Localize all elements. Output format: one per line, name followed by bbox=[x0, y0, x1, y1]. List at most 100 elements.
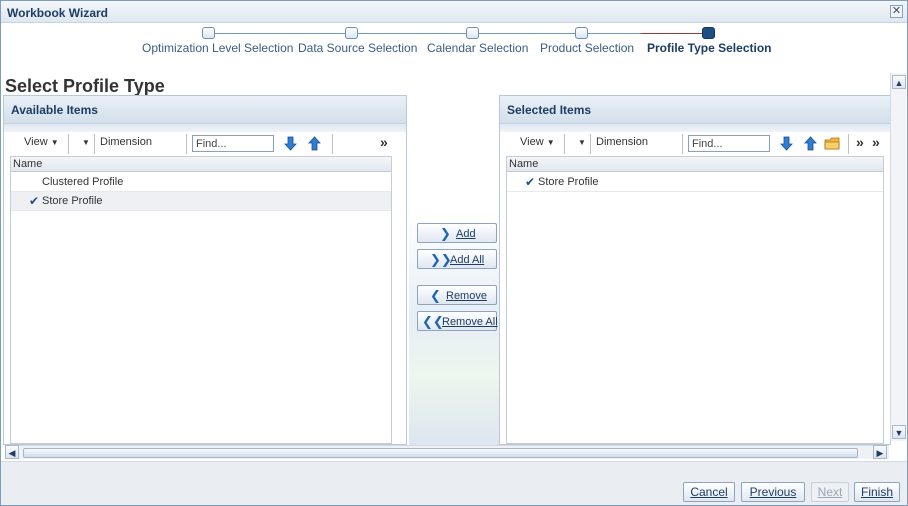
window-title: Workbook Wizard bbox=[7, 6, 109, 20]
move-up-icon[interactable] bbox=[802, 135, 819, 152]
remove-all-button[interactable]: ❮❮ Remove All bbox=[417, 311, 498, 331]
view-label: View bbox=[520, 136, 544, 148]
scroll-right-icon[interactable]: ▶ bbox=[873, 445, 887, 459]
toolbar-divider bbox=[68, 134, 69, 154]
scroll-left-icon[interactable]: ◀ bbox=[5, 445, 19, 459]
panel-header: Available Items bbox=[4, 96, 406, 124]
page-title: Select Profile Type bbox=[5, 76, 165, 96]
view-label: View bbox=[24, 136, 48, 148]
train-label-product[interactable]: Product Selection bbox=[540, 41, 634, 55]
train-line bbox=[215, 33, 715, 34]
column-header-name[interactable]: Name bbox=[509, 158, 538, 170]
table-row[interactable]: Clustered Profile bbox=[11, 173, 391, 192]
horizontal-scroll-thumb[interactable] bbox=[23, 448, 858, 458]
view-menu[interactable]: View ▼ bbox=[24, 136, 59, 148]
chevron-down-icon: ▼ bbox=[82, 138, 90, 147]
dimension-label[interactable]: Dimension bbox=[596, 136, 648, 148]
move-right-icon: ❯ bbox=[440, 226, 451, 241]
previous-button[interactable]: Previous bbox=[741, 482, 805, 502]
chevron-down-icon: ▼ bbox=[578, 138, 586, 147]
dimension-label[interactable]: Dimension bbox=[100, 136, 152, 148]
chevron-down-icon: ▼ bbox=[50, 138, 59, 147]
dimension-menu[interactable]: ▼ bbox=[82, 136, 90, 148]
available-items-table: Name Clustered Profile ✔ Store Profile bbox=[10, 156, 392, 444]
train-stop-product[interactable] bbox=[575, 27, 588, 39]
cancel-label: Cancel bbox=[690, 485, 728, 499]
wizard-train: Optimization Level Selection Data Source… bbox=[1, 23, 907, 61]
toolbar-overflow-button[interactable]: » bbox=[856, 134, 864, 150]
add-all-button[interactable]: ❯❯ Add All bbox=[417, 249, 497, 269]
move-down-icon[interactable] bbox=[778, 135, 795, 152]
move-up-icon[interactable] bbox=[306, 135, 323, 152]
toolbar-divider bbox=[564, 134, 565, 154]
check-icon: ✔ bbox=[525, 175, 536, 189]
footer-bar: Cancel Previous Next Finish bbox=[1, 461, 907, 505]
train-line-active bbox=[641, 33, 709, 34]
finish-button[interactable]: Finish bbox=[854, 482, 900, 502]
scroll-down-icon[interactable]: ▼ bbox=[892, 425, 906, 439]
panel-strip bbox=[500, 124, 890, 132]
workbook-wizard-dialog: Workbook Wizard ✕ Optimization Level Sel… bbox=[0, 0, 908, 506]
dimension-menu[interactable]: ▼ bbox=[578, 136, 586, 148]
row-label: Clustered Profile bbox=[42, 176, 124, 188]
selected-toolbar: View ▼ ▼ Dimension » » bbox=[506, 132, 886, 156]
remove-all-label: Remove All bbox=[442, 316, 498, 328]
toolbar-divider bbox=[590, 134, 591, 154]
toolbar-divider bbox=[682, 134, 683, 154]
toolbar-divider bbox=[94, 134, 95, 154]
train-stop-profile-type bbox=[702, 27, 715, 39]
toolbar-divider bbox=[332, 134, 333, 154]
vertical-scrollbar[interactable]: ▲ ▼ bbox=[890, 73, 906, 441]
cancel-button[interactable]: Cancel bbox=[683, 482, 735, 502]
train-stop-optimization-level[interactable] bbox=[202, 27, 215, 39]
horizontal-scrollbar[interactable]: ◀ ▶ bbox=[5, 445, 889, 459]
toolbar-overflow-button[interactable]: » bbox=[380, 134, 388, 150]
selected-items-table: Name ✔ Store Profile bbox=[506, 156, 884, 444]
table-header: Name bbox=[11, 157, 391, 172]
toolbar-overflow-button-2[interactable]: » bbox=[872, 134, 880, 150]
panel-strip bbox=[4, 124, 406, 132]
train-stop-calendar[interactable] bbox=[466, 27, 479, 39]
train-label-calendar[interactable]: Calendar Selection bbox=[427, 41, 528, 55]
title-bar: Workbook Wizard ✕ bbox=[1, 1, 907, 23]
finish-label: Finish bbox=[860, 485, 893, 499]
train-label-profile-type: Profile Type Selection bbox=[647, 41, 772, 55]
shuttle-buttons: ❯ Add ❯❯ Add All ❮ Remove ❮❮ Remove All bbox=[409, 213, 499, 445]
view-menu[interactable]: View ▼ bbox=[520, 136, 555, 148]
remove-label: Remove bbox=[446, 290, 487, 302]
available-items-title: Available Items bbox=[11, 103, 98, 117]
scroll-up-icon[interactable]: ▲ bbox=[892, 75, 906, 89]
close-icon[interactable]: ✕ bbox=[890, 5, 903, 18]
table-row[interactable]: ✔ Store Profile bbox=[11, 192, 391, 211]
toolbar-divider bbox=[848, 134, 849, 154]
add-label: Add bbox=[456, 228, 476, 240]
find-input[interactable] bbox=[192, 135, 274, 152]
row-label: Store Profile bbox=[538, 176, 599, 188]
available-toolbar: View ▼ ▼ Dimension » bbox=[10, 132, 392, 156]
find-input[interactable] bbox=[688, 135, 770, 152]
selected-items-panel: Selected Items View ▼ ▼ Dimension » » bbox=[499, 95, 891, 445]
column-header-name[interactable]: Name bbox=[13, 158, 42, 170]
move-all-left-icon: ❮❮ bbox=[422, 314, 444, 329]
toolbar-divider bbox=[186, 134, 187, 154]
row-label: Store Profile bbox=[42, 195, 103, 207]
train-stop-data-source[interactable] bbox=[345, 27, 358, 39]
chevron-down-icon: ▼ bbox=[546, 138, 555, 147]
remove-button[interactable]: ❮ Remove bbox=[417, 285, 497, 305]
next-label: Next bbox=[817, 485, 843, 499]
available-items-panel: Available Items View ▼ ▼ Dimension » Nam… bbox=[3, 95, 407, 445]
move-all-right-icon: ❯❯ bbox=[430, 252, 452, 267]
add-button[interactable]: ❯ Add bbox=[417, 223, 497, 243]
previous-label: Previous bbox=[749, 485, 797, 499]
shuttle-area: Available Items View ▼ ▼ Dimension » Nam… bbox=[3, 95, 891, 445]
folder-icon[interactable] bbox=[824, 135, 841, 152]
move-down-icon[interactable] bbox=[282, 135, 299, 152]
train-label-optimization-level[interactable]: Optimization Level Selection bbox=[142, 41, 293, 55]
train-label-data-source[interactable]: Data Source Selection bbox=[298, 41, 417, 55]
selected-items-title: Selected Items bbox=[507, 103, 592, 117]
table-header: Name bbox=[507, 157, 883, 172]
panel-header: Selected Items bbox=[500, 96, 890, 124]
check-icon: ✔ bbox=[29, 194, 40, 208]
next-button: Next bbox=[811, 482, 849, 502]
table-row[interactable]: ✔ Store Profile bbox=[507, 173, 883, 192]
